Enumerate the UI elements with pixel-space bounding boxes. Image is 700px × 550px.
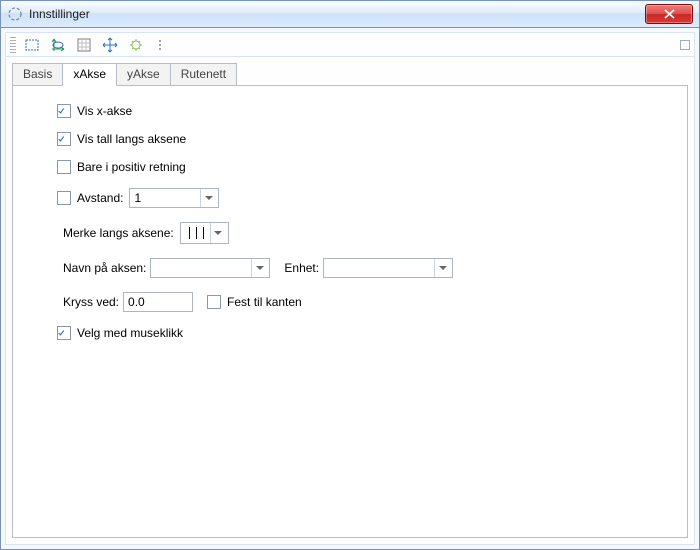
rect-tool-icon[interactable] xyxy=(22,35,42,55)
show-x-axis-checkbox[interactable] xyxy=(57,104,71,118)
distance-label: Avstand: xyxy=(77,191,123,205)
stick-edge-checkbox[interactable] xyxy=(207,295,221,309)
axis-name-label: Navn på aksen: xyxy=(63,261,146,275)
distance-value: 1 xyxy=(134,191,141,205)
close-button[interactable] xyxy=(645,4,693,24)
tab-xakse[interactable]: xAkse xyxy=(62,63,117,86)
move-tool-icon[interactable] xyxy=(100,35,120,55)
window-title: Innstillinger xyxy=(29,7,90,21)
tab-label: xAkse xyxy=(73,67,106,81)
tick-style-combo[interactable] xyxy=(180,222,229,244)
chevron-down-icon xyxy=(200,189,216,207)
panel-toggle-icon[interactable] xyxy=(680,40,690,50)
tab-label: Rutenett xyxy=(181,67,226,81)
tab-label: Basis xyxy=(23,67,52,81)
xakse-panel: Vis x-akse Vis tall langs aksene Bare i … xyxy=(12,85,688,538)
chevron-down-icon xyxy=(434,259,450,277)
distance-checkbox[interactable] xyxy=(57,191,71,205)
cross-at-value: 0.0 xyxy=(128,295,145,309)
chevron-down-icon xyxy=(210,223,226,243)
tab-basis[interactable]: Basis xyxy=(12,63,63,85)
chevron-down-icon xyxy=(251,259,267,277)
cross-at-input[interactable]: 0.0 xyxy=(123,292,193,312)
tab-label: yAkse xyxy=(127,67,160,81)
toolbar-grip xyxy=(10,37,16,53)
axes-tool-icon[interactable] xyxy=(48,35,68,55)
grid-tool-icon[interactable] xyxy=(74,35,94,55)
gear-tool-icon[interactable] xyxy=(126,35,146,55)
select-click-checkbox[interactable] xyxy=(57,326,71,340)
app-icon xyxy=(7,6,23,22)
positive-only-label: Bare i positiv retning xyxy=(77,160,186,174)
cross-at-label: Kryss ved: xyxy=(63,295,119,309)
show-numbers-checkbox[interactable] xyxy=(57,132,71,146)
select-click-label: Velg med museklikk xyxy=(77,326,183,340)
tabs: Basis xAkse yAkse Rutenett xyxy=(6,57,694,85)
toolbar xyxy=(6,33,694,57)
unit-label: Enhet: xyxy=(284,261,319,275)
positive-only-checkbox[interactable] xyxy=(57,160,71,174)
more-tool-icon[interactable] xyxy=(152,35,172,55)
unit-combo[interactable] xyxy=(323,258,453,278)
titlebar: Innstillinger xyxy=(0,0,700,28)
stick-edge-label: Fest til kanten xyxy=(227,295,302,309)
axis-name-combo[interactable] xyxy=(150,258,270,278)
show-x-axis-label: Vis x-akse xyxy=(77,104,132,118)
show-numbers-label: Vis tall langs aksene xyxy=(77,132,186,146)
tick-marks-icon xyxy=(183,227,210,239)
distance-combo[interactable]: 1 xyxy=(129,188,219,208)
tab-yakse[interactable]: yAkse xyxy=(116,63,171,85)
tick-style-label: Merke langs aksene: xyxy=(63,226,174,240)
tab-rutenett[interactable]: Rutenett xyxy=(170,63,237,85)
